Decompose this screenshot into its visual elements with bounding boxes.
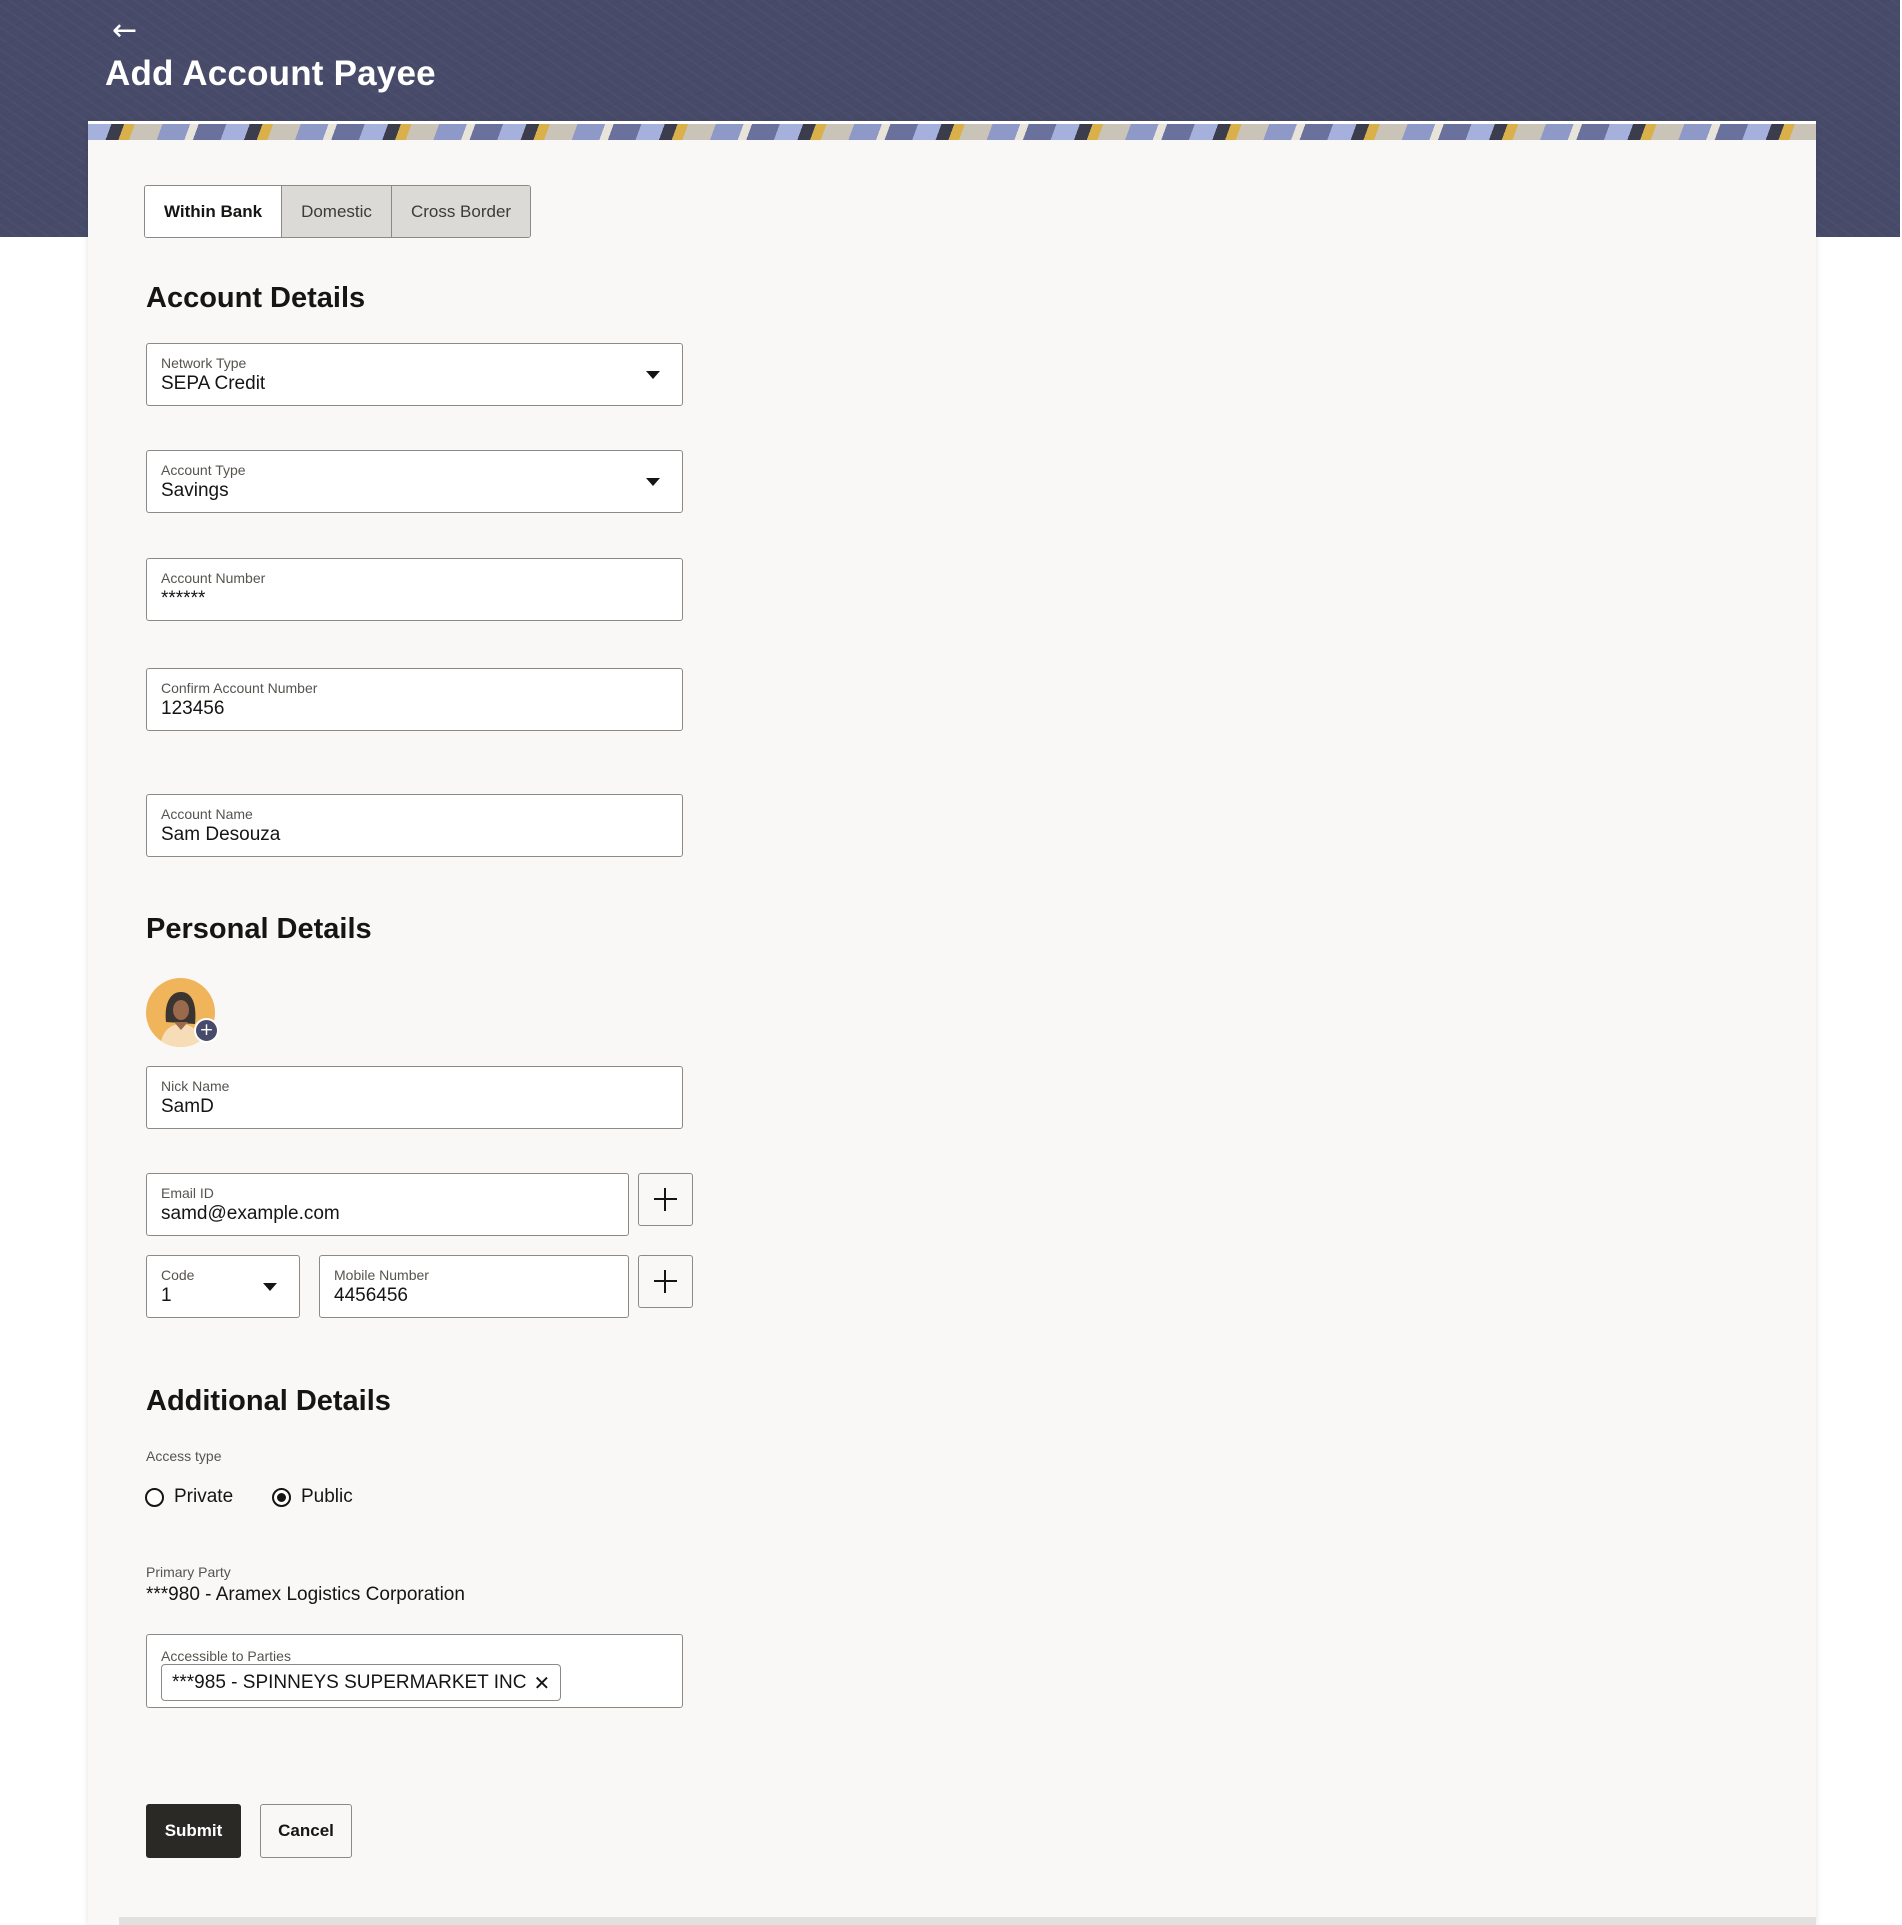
nick-name-label: Nick Name (161, 1078, 230, 1094)
party-chip: ***985 - SPINNEYS SUPERMARKET INC ✕ (161, 1664, 562, 1701)
chevron-down-icon (263, 1283, 277, 1291)
mobile-number-label: Mobile Number (334, 1267, 429, 1283)
network-type-value: SEPA Credit (161, 373, 266, 394)
account-type-value: Savings (161, 480, 229, 501)
account-type-label: Account Type (161, 462, 246, 478)
email-value: samd@example.com (161, 1203, 340, 1224)
submit-button[interactable]: Submit (146, 1804, 241, 1858)
account-number-field[interactable]: Account Number ****** (146, 558, 683, 621)
country-code-select[interactable]: Code 1 (146, 1255, 300, 1318)
primary-party-label: Primary Party (146, 1564, 231, 1580)
party-chip-label: ***985 - SPINNEYS SUPERMARKET INC (172, 1671, 527, 1693)
avatar[interactable]: + (146, 978, 219, 1047)
divider (119, 1917, 1816, 1925)
primary-party-value: ***980 - Aramex Logistics Corporation (146, 1584, 465, 1605)
accessible-parties-label: Accessible to Parties (161, 1648, 291, 1664)
private-label: Private (174, 1486, 234, 1507)
decorative-banner-strip (88, 121, 1816, 140)
access-type-public-radio[interactable]: Public (272, 1485, 353, 1509)
accessible-parties-field[interactable]: Accessible to Parties ***985 - SPINNEYS … (146, 1634, 683, 1708)
page-title: Add Account Payee (105, 54, 436, 93)
account-name-label: Account Name (161, 806, 253, 822)
tab-cross-border[interactable]: Cross Border (390, 186, 531, 237)
mobile-number-value: 4456456 (334, 1285, 408, 1306)
network-type-select[interactable]: Network Type SEPA Credit (146, 343, 683, 406)
chevron-down-icon (646, 371, 660, 379)
radio-checked-icon (272, 1487, 291, 1507)
access-type-private-radio[interactable]: Private (145, 1485, 233, 1509)
email-field[interactable]: Email ID samd@example.com (146, 1173, 629, 1236)
account-number-value: ****** (161, 588, 206, 609)
access-type-label: Access type (146, 1448, 222, 1464)
add-photo-icon[interactable]: + (194, 1018, 219, 1043)
cancel-button[interactable]: Cancel (260, 1804, 352, 1858)
account-name-field[interactable]: Account Name Sam Desouza (146, 794, 683, 857)
confirm-account-number-field[interactable]: Confirm Account Number 123456 (146, 668, 683, 731)
plus-icon (639, 1256, 692, 1307)
personal-details-heading: Personal Details (146, 913, 372, 945)
additional-details-heading: Additional Details (146, 1385, 391, 1417)
close-icon[interactable]: ✕ (533, 1671, 550, 1695)
account-number-label: Account Number (161, 570, 266, 586)
radio-unchecked-icon (145, 1487, 164, 1507)
confirm-account-number-label: Confirm Account Number (161, 680, 318, 696)
payee-type-tabs: Within Bank Domestic Cross Border (144, 185, 532, 238)
nick-name-field[interactable]: Nick Name SamD (146, 1066, 683, 1129)
email-label: Email ID (161, 1185, 214, 1201)
public-label: Public (301, 1486, 353, 1507)
account-details-heading: Account Details (146, 282, 366, 314)
account-type-select[interactable]: Account Type Savings (146, 450, 683, 513)
nick-name-value: SamD (161, 1096, 214, 1117)
network-type-label: Network Type (161, 355, 247, 371)
code-value: 1 (161, 1285, 172, 1306)
plus-icon (639, 1174, 692, 1225)
code-label: Code (161, 1267, 195, 1283)
back-arrow-icon[interactable]: ← (112, 16, 142, 46)
chevron-down-icon (646, 478, 660, 486)
add-mobile-button[interactable] (638, 1255, 693, 1308)
tab-within-bank[interactable]: Within Bank (145, 186, 282, 237)
account-name-value: Sam Desouza (161, 824, 281, 845)
add-email-button[interactable] (638, 1173, 693, 1226)
mobile-number-field[interactable]: Mobile Number 4456456 (319, 1255, 629, 1318)
confirm-account-number-value: 123456 (161, 698, 225, 719)
tab-domestic[interactable]: Domestic (281, 186, 391, 237)
